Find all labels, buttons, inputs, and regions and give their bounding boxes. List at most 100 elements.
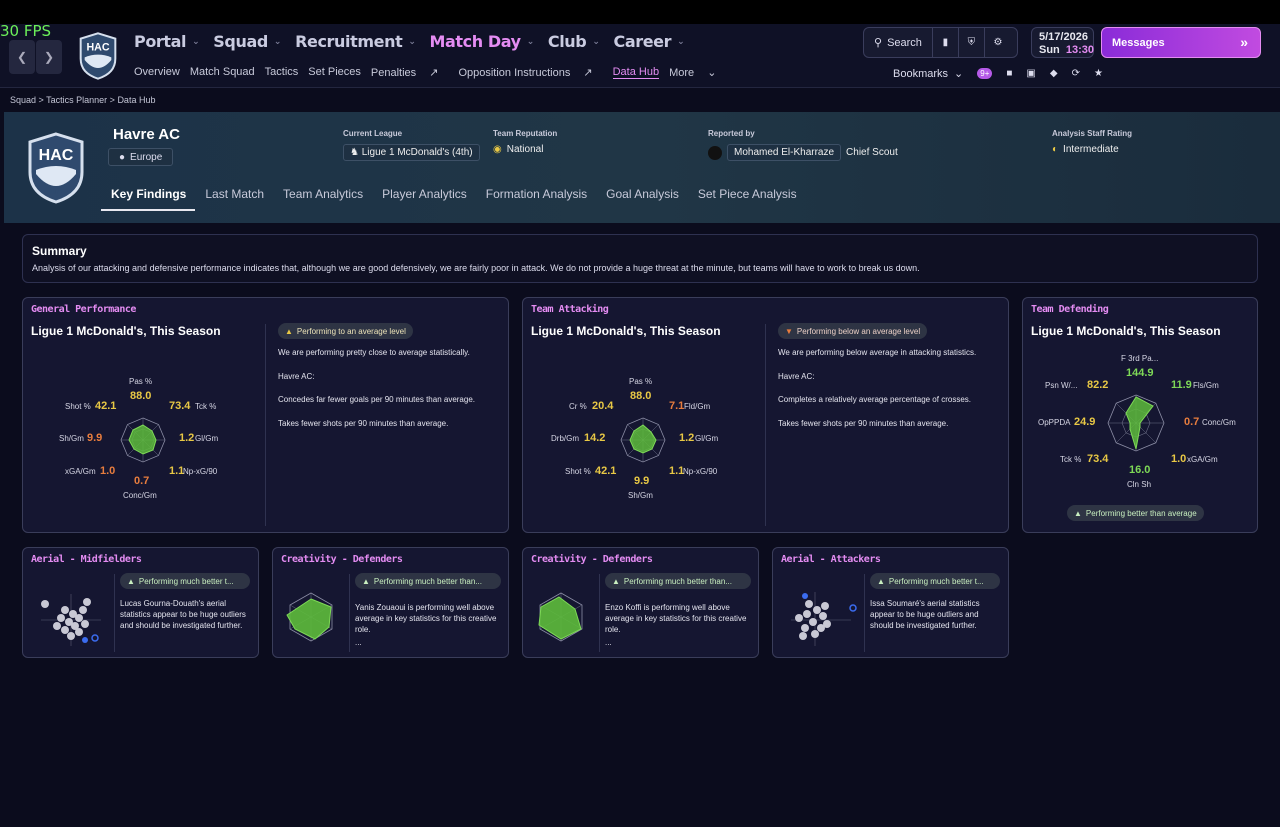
radar-label: Pas %	[629, 377, 653, 386]
creativity-defenders-card[interactable]: Creativity - Defenders ▲ Performing much …	[272, 547, 509, 658]
nav-squad[interactable]: Squad ⌄	[213, 32, 281, 51]
nav-career[interactable]: Career ⌄	[614, 32, 685, 51]
thumbs-up-icon: ▲	[1074, 508, 1082, 518]
nav-match-day[interactable]: Match Day ⌄	[429, 32, 535, 51]
radar-label: Cln Sh	[1127, 480, 1152, 489]
aerial-midfielders-card[interactable]: Aerial - Midfielders ▲ Performing much be…	[22, 547, 259, 658]
refresh-icon[interactable]: ⟳	[1072, 68, 1080, 79]
staff-rating-info: Analysis Staff Rating ◐ Intermediate	[1052, 129, 1133, 155]
breadcrumb-tactics-planner[interactable]: Tactics Planner	[46, 95, 107, 105]
scatter-plot	[41, 594, 101, 646]
team-defending-card[interactable]: Team Defending Ligue 1 McDonald's, This …	[1022, 297, 1258, 533]
region-chip[interactable]: ● Europe	[108, 148, 174, 166]
card-text: Havre AC:	[278, 372, 315, 381]
tab-team-analytics[interactable]: Team Analytics	[273, 177, 372, 211]
forward-button[interactable]: ❯	[36, 40, 62, 74]
tab-set-piece-analysis[interactable]: Set Piece Analysis	[688, 177, 806, 211]
tab-last-match[interactable]: Last Match	[195, 177, 273, 211]
reporter-chip[interactable]: Mohamed El-Kharraze	[727, 144, 842, 161]
clipboard-icon[interactable]: ▣	[1026, 68, 1035, 79]
chevron-down-icon: ⌄	[273, 36, 282, 47]
chevron-down-icon: ⌄	[408, 36, 416, 47]
thumbs-up-icon: ▲	[127, 576, 135, 586]
tab-key-findings[interactable]: Key Findings	[101, 177, 196, 211]
tactics-icon[interactable]: ◆	[1050, 68, 1058, 79]
league-chip[interactable]: ♞ Ligue 1 McDonald's (4th)	[343, 144, 480, 161]
radar-label: Tck %	[195, 402, 217, 411]
chevron-down-icon: ⌄	[592, 36, 600, 47]
general-performance-card[interactable]: General Performance Ligue 1 McDonald's, …	[22, 297, 509, 533]
card-title: Aerial - Attackers	[781, 554, 881, 565]
back-button[interactable]: ❮	[9, 40, 35, 74]
divider	[114, 574, 115, 652]
messages-button[interactable]: Messages»	[1101, 27, 1261, 58]
subnav-more[interactable]: More ⌄	[669, 66, 726, 79]
shirt-icon[interactable]: ■	[1006, 68, 1012, 79]
tab-goal-analysis[interactable]: Goal Analysis	[596, 177, 688, 211]
chevron-down-icon: ⌄	[192, 36, 200, 47]
subnav-opposition-instructions[interactable]: Opposition Instructions ↗	[458, 66, 602, 79]
club-crest-small[interactable]: HAC	[78, 32, 118, 80]
radar-label: Shot %	[65, 402, 91, 411]
radar-label: Fls/Gm	[1193, 381, 1219, 390]
nav-recruitment[interactable]: Recruitment ⌄	[295, 32, 416, 51]
day-time: Sun 13:30	[1039, 44, 1095, 56]
radar-chart	[120, 417, 166, 463]
breadcrumb: Squad > Tactics Planner > Data Hub	[10, 95, 156, 105]
settings-button[interactable]: ⚙	[985, 28, 1011, 57]
nav-club[interactable]: Club ⌄	[548, 32, 600, 51]
team-attacking-card[interactable]: Team Attacking Ligue 1 McDonald's, This …	[522, 297, 1009, 533]
radar-value: 1.2	[679, 432, 695, 444]
sub-nav: Overview Match Squad Tactics Set Pieces …	[134, 66, 736, 79]
status-pill: ▲ Performing much better t...	[120, 573, 250, 589]
radar-value: 7.1	[669, 400, 685, 412]
thumbs-down-icon: ▼	[785, 326, 793, 336]
subnav-match-squad[interactable]: Match Squad	[190, 66, 255, 79]
date-continue[interactable]: 5/17/2026 Sun 13:30	[1031, 27, 1094, 58]
aerial-attackers-card[interactable]: Aerial - Attackers ▲ Performing much bett…	[772, 547, 1009, 658]
club-crest[interactable]: HAC 1872	[26, 132, 86, 204]
radar-value: 88.0	[130, 390, 152, 402]
chat-icon[interactable]: 9+	[977, 68, 993, 79]
radar-value: 88.0	[630, 390, 652, 402]
radar-value: 42.1	[95, 400, 117, 412]
shield-icon: ⛨	[967, 37, 976, 48]
subnav-penalties[interactable]: Penalties ↗	[371, 66, 449, 79]
bookmark-button[interactable]: ▮	[933, 28, 959, 57]
tab-player-analytics[interactable]: Player Analytics	[372, 177, 476, 211]
bookmarks-dropdown[interactable]: Bookmarks ⌄	[893, 67, 963, 81]
divider	[599, 574, 600, 652]
top-bar	[0, 0, 1280, 24]
rating-icon: ◐	[1052, 144, 1059, 155]
card-subtitle: Ligue 1 McDonald's, This Season	[531, 324, 721, 338]
radar-label: Np-xG/90	[683, 467, 718, 476]
summary-panel: Summary Analysis of our attacking and de…	[22, 234, 1258, 283]
radar-value: 11.9	[1171, 379, 1192, 391]
radar-value: 20.4	[592, 400, 614, 412]
header: ❮ ❯ HAC Portal ⌄ Squad ⌄ Recruitment ⌄ Matc…	[0, 24, 1280, 88]
subnav-data-hub[interactable]: Data Hub	[612, 66, 660, 79]
trophy-icon[interactable]: ★	[1094, 68, 1103, 79]
subnav-tactics[interactable]: Tactics	[265, 66, 299, 79]
club-button[interactable]: ⛨	[959, 28, 985, 57]
subnav-set-pieces[interactable]: Set Pieces	[308, 66, 361, 79]
radar-label: Conc/Gm	[1202, 418, 1236, 427]
thumbs-up-icon: ▲	[362, 576, 370, 586]
radar-value: 9.9	[634, 475, 650, 487]
summary-text: Analysis of our attacking and defensive …	[32, 263, 920, 273]
divider	[864, 574, 865, 652]
search-button[interactable]: ⚲ Search	[864, 28, 933, 57]
radar-value: 82.2	[1087, 379, 1109, 391]
creativity-defenders-card-2[interactable]: Creativity - Defenders ▲ Performing much …	[522, 547, 759, 658]
current-league-info: Current League ♞ Ligue 1 McDonald's (4th…	[343, 129, 480, 161]
external-link-icon: ↗	[429, 67, 439, 79]
card-subtitle: Ligue 1 McDonald's, This Season	[1031, 324, 1221, 338]
radar-label: Sh/Gm	[628, 491, 653, 500]
tab-formation-analysis[interactable]: Formation Analysis	[476, 177, 596, 211]
chevron-down-icon: ⌄	[526, 36, 535, 47]
breadcrumb-squad[interactable]: Squad	[10, 95, 36, 105]
subnav-overview[interactable]: Overview	[134, 66, 180, 79]
radar-value: 73.4	[1087, 453, 1109, 465]
external-link-icon: ↗	[583, 67, 593, 79]
nav-portal[interactable]: Portal ⌄	[134, 32, 200, 51]
